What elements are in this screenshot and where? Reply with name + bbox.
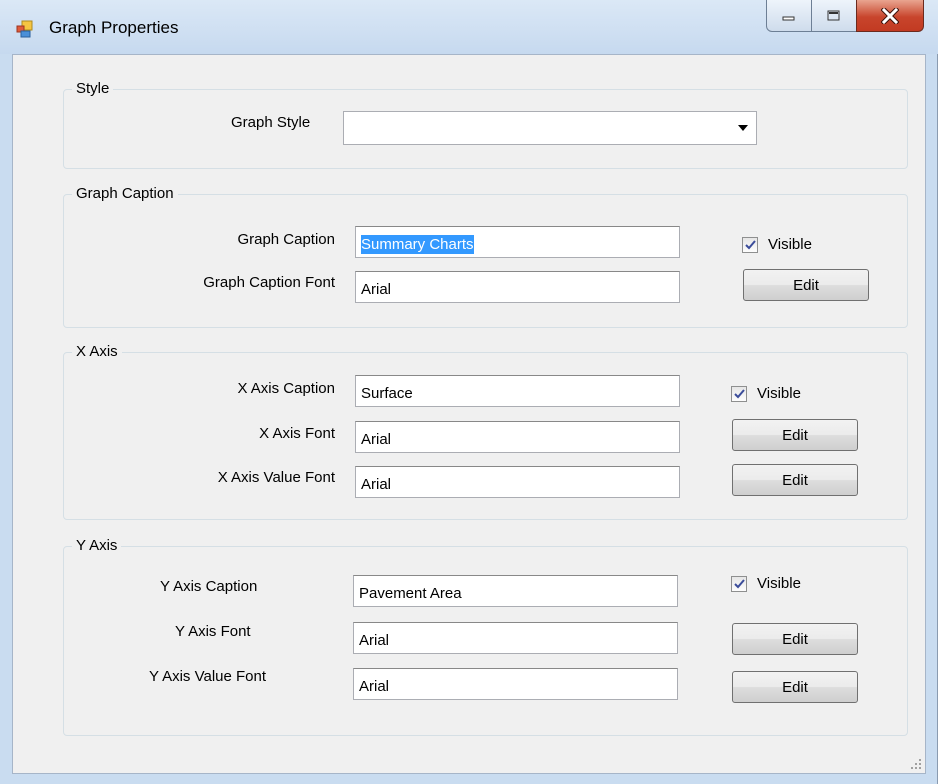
x-axis-visible-checkbox[interactable]: Visible bbox=[731, 385, 801, 402]
graph-caption-group: Graph Caption Graph Caption Summary Char… bbox=[63, 185, 908, 328]
graph-caption-font-label: Graph Caption Font bbox=[203, 274, 335, 291]
y-axis-visible-checkbox[interactable]: Visible bbox=[731, 575, 801, 592]
x-axis-value-font-input[interactable]: Arial bbox=[355, 466, 680, 498]
visible-label: Visible bbox=[757, 385, 801, 402]
graph-caption-label: Graph Caption bbox=[237, 231, 335, 248]
resize-grip-icon[interactable] bbox=[910, 758, 922, 770]
graph-caption-visible-checkbox[interactable]: Visible bbox=[742, 236, 812, 253]
x-axis-value-font-edit-button[interactable]: Edit bbox=[732, 464, 858, 496]
maximize-icon bbox=[827, 10, 840, 20]
y-axis-font-label: Y Axis Font bbox=[175, 623, 251, 640]
graph-caption-value: Summary Charts bbox=[361, 235, 474, 254]
y-axis-value-font-input[interactable]: Arial bbox=[353, 668, 678, 700]
graph-style-label: Graph Style bbox=[231, 114, 311, 131]
graph-properties-window: Graph Properties Style Graph Style Graph… bbox=[0, 0, 938, 784]
title-bar[interactable]: Graph Properties bbox=[0, 0, 938, 54]
x-axis-value-font-label: X Axis Value Font bbox=[217, 469, 335, 486]
checkbox-box[interactable] bbox=[742, 236, 758, 253]
checkmark-icon bbox=[733, 578, 745, 588]
checkmark-icon bbox=[744, 239, 756, 249]
x-axis-caption-label: X Axis Caption bbox=[237, 380, 335, 397]
dialog-client-area: Style Graph Style Graph Caption Graph Ca… bbox=[12, 54, 926, 774]
x-axis-font-label: X Axis Font bbox=[259, 425, 335, 442]
checkbox-box[interactable] bbox=[731, 575, 747, 592]
x-axis-caption-input[interactable]: Surface bbox=[355, 375, 680, 407]
app-form-icon bbox=[16, 20, 33, 38]
y-axis-group: Y Axis Y Axis Caption Pavement Area Y Ax… bbox=[63, 537, 908, 736]
visible-label: Visible bbox=[768, 236, 812, 253]
minimize-icon bbox=[782, 16, 795, 20]
y-axis-value-font-edit-button[interactable]: Edit bbox=[732, 671, 858, 703]
close-icon bbox=[881, 7, 899, 24]
graph-style-dropdown[interactable] bbox=[343, 111, 757, 145]
y-axis-font-input[interactable]: Arial bbox=[353, 622, 678, 654]
dropdown-arrow-icon[interactable] bbox=[738, 125, 748, 131]
graph-caption-font-edit-button[interactable]: Edit bbox=[743, 269, 869, 301]
style-group-title: Style bbox=[72, 80, 114, 97]
x-axis-font-input[interactable]: Arial bbox=[355, 421, 680, 453]
visible-label: Visible bbox=[757, 575, 801, 592]
graph-caption-input[interactable]: Summary Charts bbox=[355, 226, 680, 258]
x-axis-group-title: X Axis bbox=[72, 343, 122, 360]
x-axis-group: X Axis X Axis Caption Surface X Axis Fon… bbox=[63, 343, 908, 520]
x-axis-font-edit-button[interactable]: Edit bbox=[732, 419, 858, 451]
y-axis-font-edit-button[interactable]: Edit bbox=[732, 623, 858, 655]
maximize-button[interactable] bbox=[811, 0, 857, 32]
style-group: Style Graph Style bbox=[63, 80, 908, 169]
window-title: Graph Properties bbox=[49, 18, 179, 37]
y-axis-caption-input[interactable]: Pavement Area bbox=[353, 575, 678, 607]
close-button[interactable] bbox=[856, 0, 924, 32]
graph-caption-font-input[interactable]: Arial bbox=[355, 271, 680, 303]
checkbox-box[interactable] bbox=[731, 385, 747, 402]
checkmark-icon bbox=[733, 388, 745, 398]
y-axis-group-title: Y Axis bbox=[72, 537, 122, 554]
y-axis-caption-label: Y Axis Caption bbox=[160, 578, 258, 595]
minimize-button[interactable] bbox=[766, 0, 812, 32]
y-axis-value-font-label: Y Axis Value Font bbox=[149, 668, 267, 685]
graph-caption-group-title: Graph Caption bbox=[72, 185, 178, 202]
